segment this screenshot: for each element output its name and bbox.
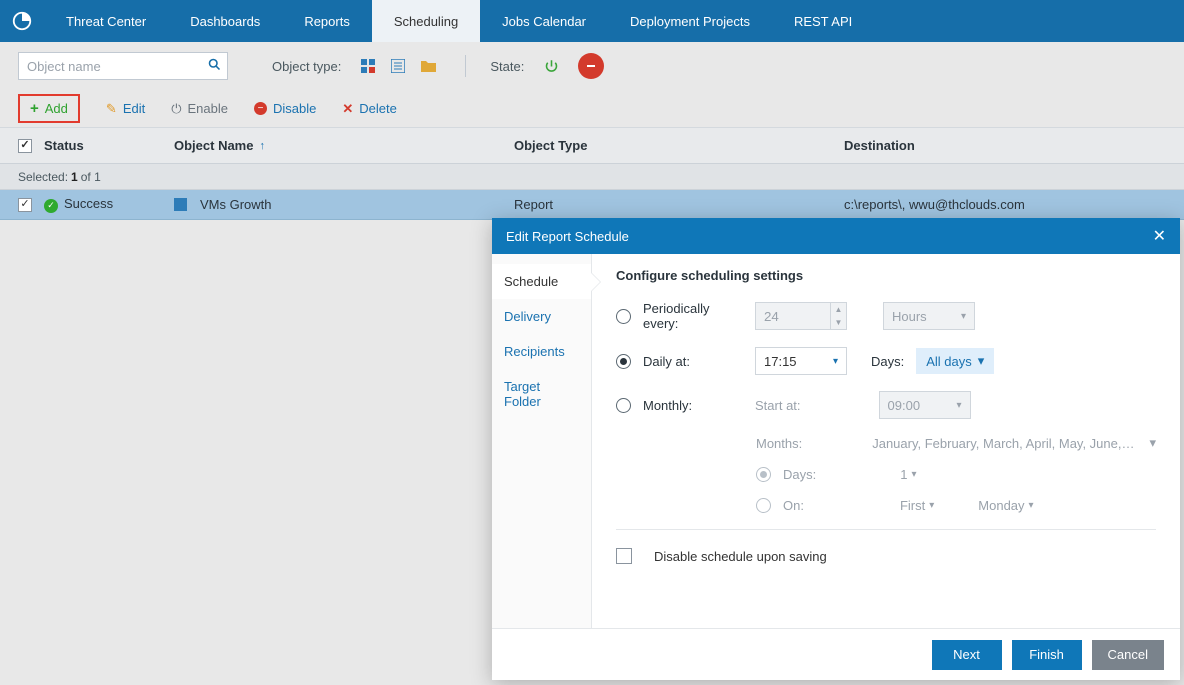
radio-monthly[interactable] [616, 398, 631, 413]
minus-circle-icon: − [254, 102, 267, 115]
app-logo[interactable] [0, 0, 44, 42]
tab-target-folder[interactable]: Target Folder [492, 369, 591, 419]
monthly-on-dow: Monday▾ [978, 498, 1033, 513]
delete-button[interactable]: ✕Delete [342, 101, 396, 117]
modal-sidebar: Schedule Delivery Recipients Target Fold… [492, 254, 592, 628]
table-header: Status Object Name↑ Object Type Destinat… [0, 128, 1184, 164]
months-label: Months: [756, 436, 802, 451]
modal-header: Edit Report Schedule ✕ [492, 218, 1180, 254]
filter-bar: Object type: State: [0, 42, 1184, 90]
enable-button[interactable]: ⏻Enable [171, 101, 228, 117]
monthly-on-label: On: [783, 498, 804, 513]
monthly-label: Monthly: [643, 398, 743, 413]
tab-recipients[interactable]: Recipients [492, 334, 591, 369]
row-type: Report [514, 197, 844, 212]
chevron-down-icon: ▾ [957, 400, 962, 411]
chevron-down-icon: ▼ [831, 316, 846, 329]
nav-reports[interactable]: Reports [282, 0, 372, 42]
type-dashboard-button[interactable] [355, 53, 381, 79]
tab-delivery[interactable]: Delivery [492, 299, 591, 334]
daily-label: Daily at: [643, 354, 743, 369]
start-at-label: Start at: [755, 398, 801, 413]
modal-footer: Next Finish Cancel [492, 628, 1180, 680]
monthly-start-select: 09:00▾ [879, 391, 971, 419]
nav-rest-api[interactable]: REST API [772, 0, 874, 42]
pie-chart-icon [11, 10, 33, 32]
row-checkbox[interactable] [18, 198, 32, 212]
nav-deployment-projects[interactable]: Deployment Projects [608, 0, 772, 42]
finish-button[interactable]: Finish [1012, 640, 1082, 670]
col-object-type[interactable]: Object Type [514, 138, 844, 153]
monthly-days-label: Days: [783, 467, 816, 482]
nav-scheduling[interactable]: Scheduling [372, 0, 480, 42]
chevron-down-icon: ▾ [978, 353, 985, 369]
row-status: Success [64, 196, 113, 211]
power-icon: ⏻ [171, 101, 181, 117]
periodically-unit-select: Hours▾ [883, 302, 975, 330]
row-destination: c:\reports\, wwu@thclouds.com [844, 197, 1166, 212]
add-button[interactable]: +Add [18, 94, 80, 123]
cancel-button[interactable]: Cancel [1092, 640, 1164, 670]
state-label: State: [490, 59, 524, 74]
next-button[interactable]: Next [932, 640, 1002, 670]
disable-schedule-checkbox[interactable] [616, 548, 632, 564]
type-folder-button[interactable] [415, 53, 441, 79]
radio-monthly-on [756, 498, 771, 513]
edit-schedule-modal: Edit Report Schedule ✕ Schedule Delivery… [492, 218, 1180, 680]
pencil-icon: ✎ [106, 101, 117, 117]
col-object-name[interactable]: Object Name↑ [174, 138, 514, 153]
days-label: Days: [871, 354, 904, 369]
radio-periodically[interactable] [616, 309, 631, 324]
table-row[interactable]: ✓ Success VMs Growth Report c:\reports\, … [0, 190, 1184, 220]
nav-threat-center[interactable]: Threat Center [44, 0, 168, 42]
row-name: VMs Growth [200, 197, 272, 212]
chevron-down-icon: ▾ [1149, 435, 1156, 451]
sort-asc-icon: ↑ [259, 140, 265, 152]
type-report-button[interactable] [385, 53, 411, 79]
tab-schedule[interactable]: Schedule [492, 264, 591, 299]
report-icon [174, 198, 187, 211]
chevron-down-icon: ▾ [833, 356, 838, 367]
chevron-up-icon: ▲ [831, 303, 846, 316]
chevron-down-icon: ▾ [911, 469, 916, 480]
nav-jobs-calendar[interactable]: Jobs Calendar [480, 0, 608, 42]
select-all-checkbox[interactable] [18, 139, 32, 153]
plus-icon: + [30, 100, 39, 117]
col-status[interactable]: Status [44, 138, 174, 153]
chevron-down-icon: ▾ [929, 500, 934, 511]
modal-title: Edit Report Schedule [506, 229, 629, 244]
periodically-value [755, 302, 831, 330]
section-title: Configure scheduling settings [616, 268, 1156, 283]
close-icon[interactable]: ✕ [1153, 226, 1166, 246]
chevron-down-icon: ▾ [961, 311, 966, 322]
success-icon: ✓ [44, 199, 58, 213]
months-value: January, February, March, April, May, Ju… [872, 436, 1137, 451]
days-picker[interactable]: All days▾ [916, 348, 994, 374]
spinner-buttons: ▲▼ [831, 302, 847, 330]
selection-summary: Selected:1of 1 [0, 164, 1184, 190]
chevron-down-icon: ▾ [1029, 500, 1034, 511]
edit-button[interactable]: ✎Edit [106, 101, 145, 117]
disable-button[interactable]: −Disable [254, 101, 316, 116]
col-destination[interactable]: Destination [844, 138, 1166, 153]
monthly-days-value: 1▾ [900, 467, 916, 482]
action-bar: +Add ✎Edit ⏻Enable −Disable ✕Delete [0, 90, 1184, 128]
periodically-label: Periodically every: [643, 301, 743, 331]
x-icon: ✕ [342, 101, 353, 117]
modal-content: Configure scheduling settings Periodical… [592, 254, 1180, 628]
disable-schedule-label: Disable schedule upon saving [654, 549, 827, 564]
search-icon[interactable] [207, 57, 222, 75]
search-input[interactable] [18, 52, 228, 80]
daily-time-select[interactable]: 17:15▾ [755, 347, 847, 375]
radio-daily[interactable] [616, 354, 631, 369]
state-enabled-button[interactable] [538, 53, 564, 79]
state-disabled-button[interactable] [578, 53, 604, 79]
nav-dashboards[interactable]: Dashboards [168, 0, 282, 42]
object-type-label: Object type: [272, 59, 341, 74]
monthly-on-ordinal: First▾ [900, 498, 934, 513]
top-nav: Threat Center Dashboards Reports Schedul… [0, 0, 1184, 42]
radio-monthly-days [756, 467, 771, 482]
